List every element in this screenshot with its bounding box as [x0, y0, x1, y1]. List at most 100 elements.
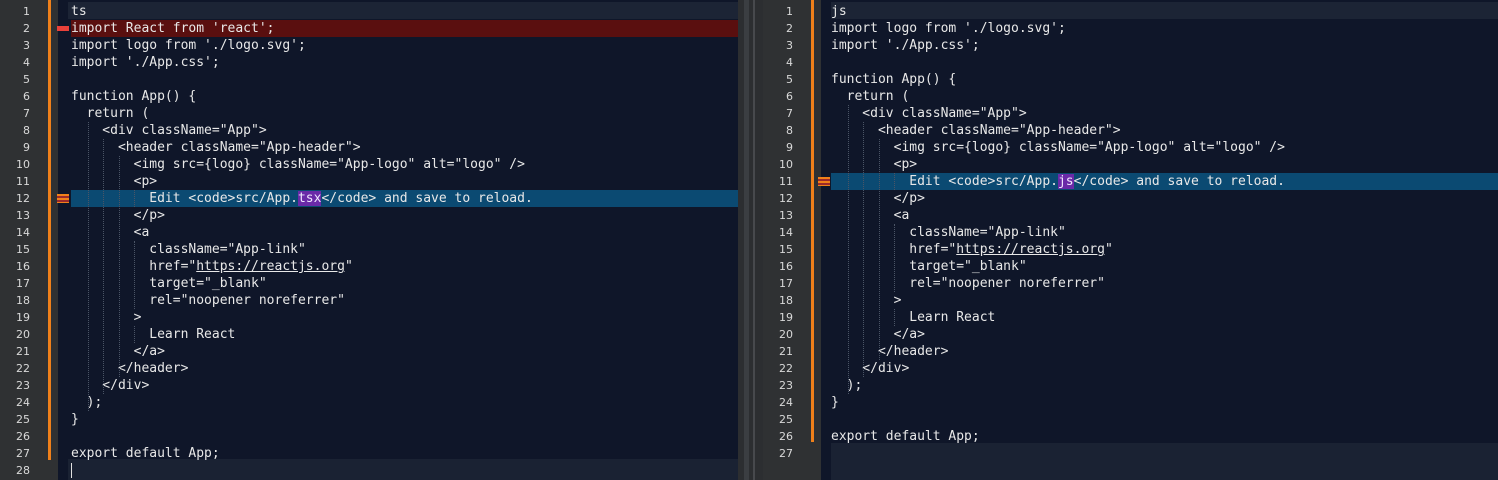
code-text[interactable] — [71, 462, 738, 479]
code-line[interactable]: 12 </p> — [763, 190, 1498, 207]
code-text[interactable]: ts — [71, 3, 738, 20]
code-text[interactable]: > — [831, 292, 1498, 309]
code-text[interactable]: </a> — [831, 326, 1498, 343]
code-text[interactable]: className="App-link" — [71, 241, 738, 258]
code-text[interactable]: export default App; — [71, 445, 738, 462]
code-line[interactable]: 27 export default App; — [0, 445, 738, 462]
code-text[interactable]: function App() { — [71, 88, 738, 105]
code-text[interactable]: } — [71, 411, 738, 428]
url-link[interactable]: https://reactjs.org — [956, 242, 1105, 257]
code-line[interactable]: 23 </div> — [0, 377, 738, 394]
code-text[interactable] — [71, 428, 738, 445]
code-text[interactable]: <p> — [831, 156, 1498, 173]
diff-changed-icon[interactable] — [818, 177, 830, 186]
code-line[interactable]: 8 <div className="App"> — [0, 122, 738, 139]
code-text[interactable]: Edit <code>src/App.tsx</code> and save t… — [71, 190, 738, 207]
code-text[interactable]: href="https://reactjs.org" — [831, 241, 1498, 258]
code-text[interactable]: <img src={logo} className="App-logo" alt… — [71, 156, 738, 173]
code-line[interactable]: 13 </p> — [0, 207, 738, 224]
code-text[interactable]: export default App; — [831, 428, 1498, 445]
code-line[interactable]: 1 ts — [0, 3, 738, 20]
code-text[interactable]: Edit <code>src/App.js</code> and save to… — [831, 173, 1498, 190]
code-line[interactable]: 17 rel="noopener noreferrer" — [763, 275, 1498, 292]
code-line[interactable]: 15 href="https://reactjs.org" — [763, 241, 1498, 258]
code-text[interactable]: import './App.css'; — [831, 37, 1498, 54]
code-line[interactable]: 5 — [0, 71, 738, 88]
code-text[interactable]: js — [831, 3, 1498, 20]
code-text[interactable] — [831, 54, 1498, 71]
code-text[interactable]: } — [831, 394, 1498, 411]
code-text[interactable]: ); — [71, 394, 738, 411]
url-link[interactable]: https://reactjs.org — [196, 259, 345, 274]
code-line[interactable]: 7 <div className="App"> — [763, 105, 1498, 122]
code-line[interactable]: 27 — [763, 445, 1498, 462]
code-text[interactable]: <img src={logo} className="App-logo" alt… — [831, 139, 1498, 156]
code-line[interactable]: 15 className="App-link" — [0, 241, 738, 258]
code-line[interactable]: 3 import './App.css'; — [763, 37, 1498, 54]
code-text[interactable]: <div className="App"> — [831, 105, 1498, 122]
code-text[interactable]: Learn React — [71, 326, 738, 343]
code-text[interactable]: import logo from './logo.svg'; — [831, 20, 1498, 37]
diff-changed-icon[interactable] — [57, 194, 69, 203]
code-line[interactable]: 25} — [0, 411, 738, 428]
code-line[interactable]: 17 target="_blank" — [0, 275, 738, 292]
code-text[interactable] — [831, 445, 1498, 462]
code-text[interactable]: </p> — [71, 207, 738, 224]
code-line[interactable]: 24 ); — [0, 394, 738, 411]
code-text[interactable]: target="_blank" — [831, 258, 1498, 275]
code-text[interactable]: import React from 'react'; — [71, 20, 738, 37]
code-text[interactable]: import './App.css'; — [71, 54, 738, 71]
pane-divider[interactable] — [738, 0, 763, 480]
code-line[interactable]: 11 Edit <code>src/App.js</code> and save… — [763, 173, 1498, 190]
code-line[interactable]: 22 </div> — [763, 360, 1498, 377]
code-line[interactable]: 16 href="https://reactjs.org" — [0, 258, 738, 275]
code-text[interactable]: return ( — [71, 105, 738, 122]
code-line[interactable]: 22 </header> — [0, 360, 738, 377]
code-text[interactable]: Learn React — [831, 309, 1498, 326]
code-text[interactable]: </div> — [71, 377, 738, 394]
code-text[interactable]: </div> — [831, 360, 1498, 377]
code-text[interactable]: ); — [831, 377, 1498, 394]
code-line[interactable]: 9 <img src={logo} className="App-logo" a… — [763, 139, 1498, 156]
code-line[interactable]: 14 className="App-link" — [763, 224, 1498, 241]
code-line[interactable]: 28 — [0, 462, 738, 479]
code-text[interactable] — [831, 411, 1498, 428]
code-text[interactable]: <p> — [71, 173, 738, 190]
code-line[interactable]: 7 return ( — [0, 105, 738, 122]
code-text[interactable] — [71, 71, 738, 88]
splitter-handle[interactable] — [753, 0, 755, 480]
code-text[interactable]: </p> — [831, 190, 1498, 207]
code-text[interactable]: <header className="App-header"> — [71, 139, 738, 156]
code-line[interactable]: 24} — [763, 394, 1498, 411]
code-text[interactable]: </header> — [71, 360, 738, 377]
code-line[interactable]: 21 </a> — [0, 343, 738, 360]
code-line[interactable]: 26 — [0, 428, 738, 445]
code-text[interactable]: > — [71, 309, 738, 326]
code-line[interactable]: 10 <img src={logo} className="App-logo" … — [0, 156, 738, 173]
code-text[interactable]: <header className="App-header"> — [831, 122, 1498, 139]
code-text[interactable]: href="https://reactjs.org" — [71, 258, 738, 275]
code-line[interactable]: 19 Learn React — [763, 309, 1498, 326]
code-line[interactable]: 20 Learn React — [0, 326, 738, 343]
code-text[interactable]: <a — [831, 207, 1498, 224]
code-line[interactable]: 25 — [763, 411, 1498, 428]
code-line[interactable]: 26 export default App; — [763, 428, 1498, 445]
code-text[interactable]: rel="noopener noreferrer" — [831, 275, 1498, 292]
diff-deleted-icon[interactable] — [57, 26, 69, 31]
code-line[interactable]: 18 > — [763, 292, 1498, 309]
code-text[interactable]: <div className="App"> — [71, 122, 738, 139]
code-text[interactable]: target="_blank" — [71, 275, 738, 292]
code-line[interactable]: 8 <header className="App-header"> — [763, 122, 1498, 139]
left-editor-pane[interactable]: 1 ts 2 import React from 'react'; 3 import lo… — [0, 0, 738, 480]
code-text[interactable]: </header> — [831, 343, 1498, 360]
code-line[interactable]: 19 > — [0, 309, 738, 326]
code-line[interactable]: 21 </header> — [763, 343, 1498, 360]
code-line[interactable]: 6 function App() { — [0, 88, 738, 105]
code-line[interactable]: 12 Edit <code>src/App.tsx</code> and sav… — [0, 190, 738, 207]
code-text[interactable]: </a> — [71, 343, 738, 360]
code-line[interactable]: 18 rel="noopener noreferrer" — [0, 292, 738, 309]
code-line[interactable]: 3 import logo from './logo.svg'; — [0, 37, 738, 54]
right-editor-pane[interactable]: 1 js 2 import logo from './logo.svg'; 3 impor… — [763, 0, 1498, 480]
code-line[interactable]: 23 ); — [763, 377, 1498, 394]
code-line[interactable]: 4 import './App.css'; — [0, 54, 738, 71]
